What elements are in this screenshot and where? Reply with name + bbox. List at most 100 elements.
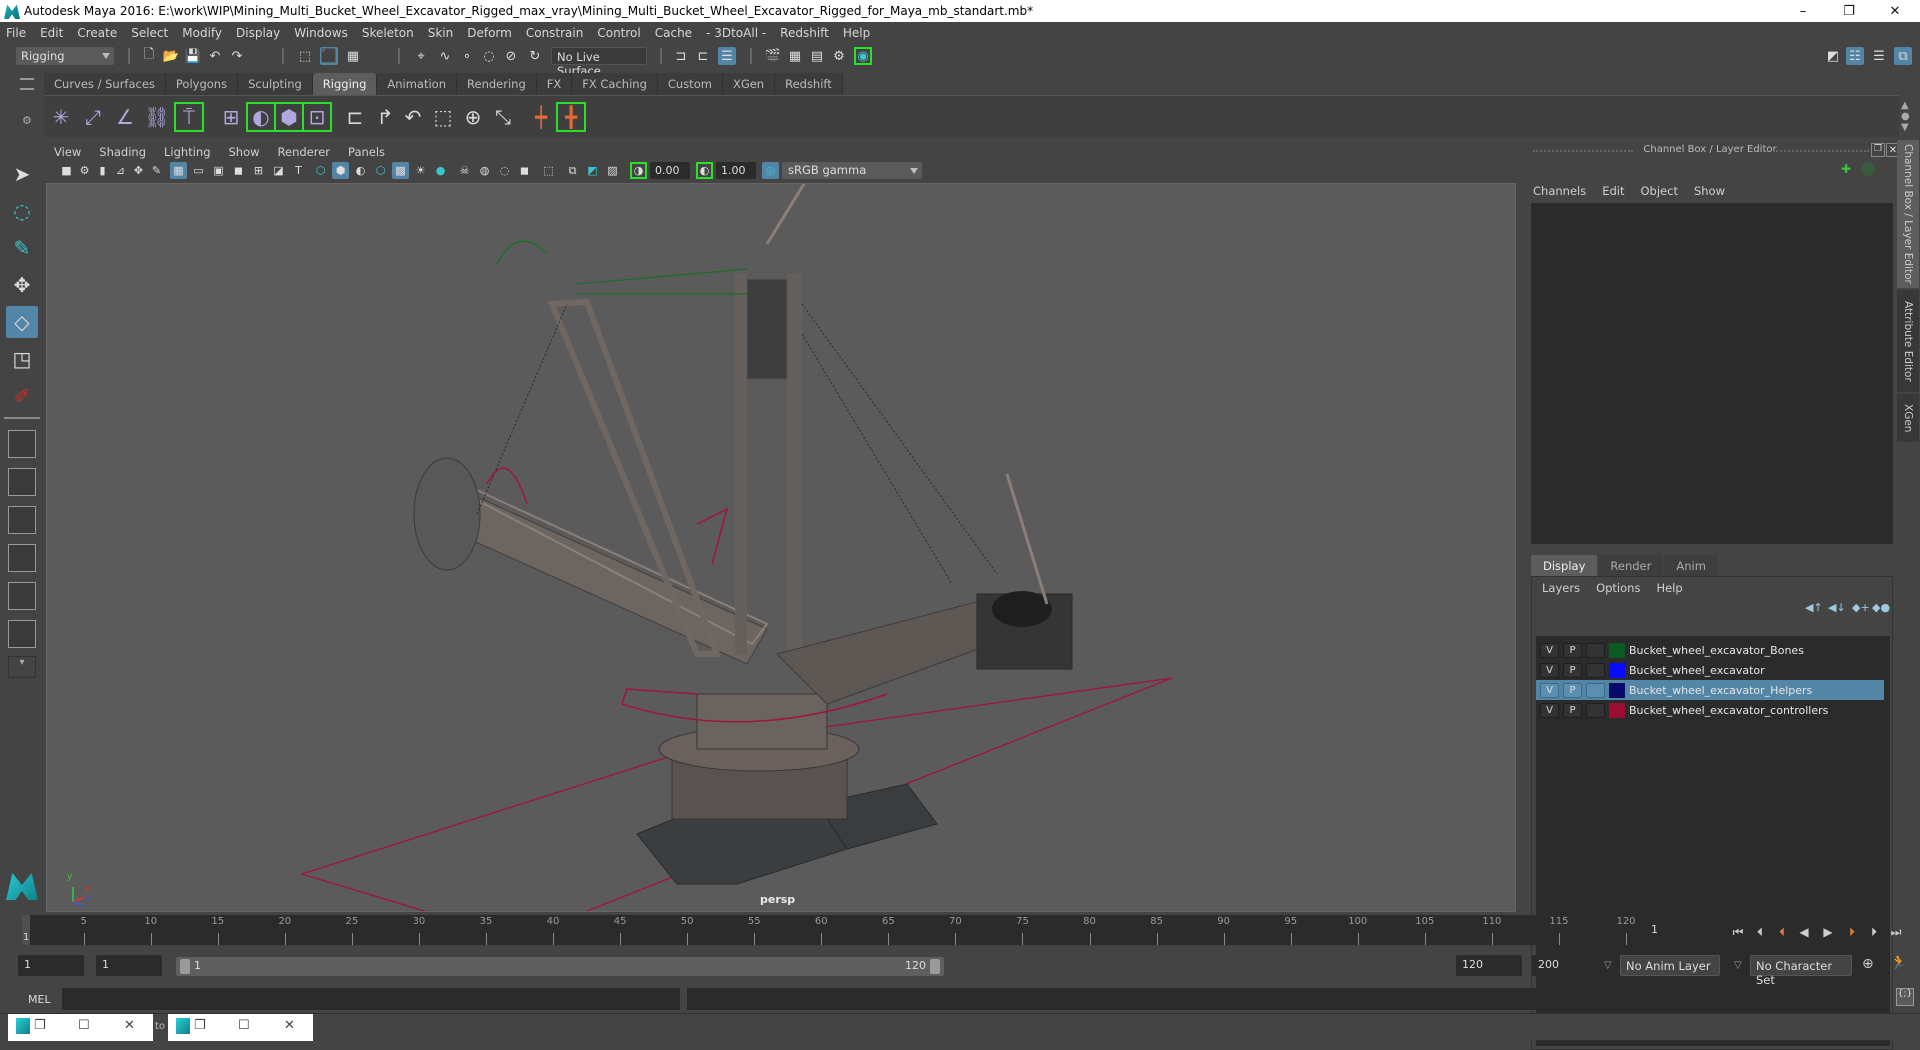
textured-icon[interactable]: ▩ <box>392 162 409 179</box>
exposure-field[interactable]: 0.00 <box>650 162 690 179</box>
shelf-tab-fx[interactable]: FX <box>536 73 573 95</box>
layer-tab-render[interactable]: Render <box>1598 555 1664 576</box>
gamma-field[interactable]: 1.00 <box>716 162 756 179</box>
shadows-icon[interactable]: ● <box>432 162 449 179</box>
layer-color-swatch[interactable] <box>1609 682 1625 698</box>
depth-of-field-icon[interactable]: ▨ <box>604 162 621 179</box>
custom-layout-icon[interactable] <box>8 620 36 648</box>
layer-row[interactable]: V P Bucket_wheel_excavator_controllers <box>1536 700 1884 720</box>
shelf-settings-icon[interactable]: ⚙ <box>22 114 32 127</box>
float-panel-icon[interactable]: ❐ <box>1871 143 1885 157</box>
safe-title-icon[interactable]: T <box>290 162 307 179</box>
animation-start-field[interactable]: 1 <box>18 955 84 976</box>
camera-attributes-icon[interactable]: ⚙ <box>76 162 93 179</box>
render-settings-icon[interactable]: ⚙ <box>830 47 848 65</box>
shelf-menu-icon[interactable] <box>20 78 34 90</box>
aim-constraint-icon[interactable]: ⊕ <box>458 102 488 132</box>
render-sequence-icon[interactable]: ▦ <box>786 47 804 65</box>
render-frame-icon[interactable]: 🎬 <box>764 47 782 65</box>
snap-point-icon[interactable]: ∘ <box>458 47 476 65</box>
lasso-tool-icon[interactable]: ◌ <box>6 195 38 227</box>
select-hierarchy-icon[interactable]: ⬚ <box>296 47 314 65</box>
move-layer-up-icon[interactable]: ◀↑ <box>1805 601 1823 614</box>
snap-view-icon[interactable]: ◌ <box>480 47 498 65</box>
quick-rig-icon[interactable]: ⍑ <box>174 102 204 132</box>
command-language-toggle[interactable]: MEL <box>28 993 51 1006</box>
hyperbolic-icon[interactable]: ⁄ <box>1881 162 1883 176</box>
menuset-dropdown[interactable]: Rigging <box>16 47 114 65</box>
default-material-icon[interactable]: ◐ <box>352 162 369 179</box>
viewport-menu-view[interactable]: View <box>54 145 81 159</box>
menu-3dtoall[interactable]: - 3DtoAll - <box>706 26 766 40</box>
minimize-button[interactable]: – <box>1780 0 1826 22</box>
graph-persp-layout-icon[interactable] <box>8 544 36 572</box>
layer-color-swatch[interactable] <box>1609 702 1625 718</box>
cb-menu-object[interactable]: Object <box>1641 184 1678 198</box>
mel-command-input[interactable] <box>62 988 680 1010</box>
orient-constraint-icon[interactable]: ↶ <box>398 102 428 132</box>
playback-toggle[interactable]: P <box>1563 642 1582 658</box>
close-icon[interactable]: ✕ <box>284 1018 295 1033</box>
step-back-key-icon[interactable]: ⏴ <box>1752 924 1768 940</box>
side-tab-channel-box[interactable]: Channel Box / Layer Editor <box>1897 140 1919 288</box>
open-scene-icon[interactable]: 📂 <box>162 47 180 65</box>
panel-drag-handle[interactable] <box>1773 150 1869 153</box>
go-to-start-icon[interactable]: ⏮ <box>1730 924 1746 940</box>
scale-constraint-icon[interactable]: ⬚ <box>428 102 458 132</box>
bookmark-icon[interactable]: ▮ <box>94 162 111 179</box>
hypershade-icon[interactable]: ◉ <box>854 47 872 65</box>
grease-pencil-icon[interactable]: ✎ <box>148 162 165 179</box>
exposure-icon[interactable]: ◑ <box>630 162 647 179</box>
layer-tab-display[interactable]: Display <box>1531 555 1598 576</box>
ambient-occlusion-icon[interactable]: ◼ <box>516 162 533 179</box>
viewport-menu-panels[interactable]: Panels <box>348 145 385 159</box>
menu-windows[interactable]: Windows <box>294 26 348 40</box>
restore-button[interactable]: ❐ <box>1826 0 1872 22</box>
auto-key-icon[interactable]: ⊕ <box>1862 956 1874 972</box>
shelf-tab-rendering[interactable]: Rendering <box>457 73 537 95</box>
menu-display[interactable]: Display <box>236 26 280 40</box>
minimized-window[interactable]: ❐ ☐ ✕ <box>8 1014 153 1041</box>
ik-spline-icon[interactable]: ⛓ <box>142 102 172 132</box>
rotate-tool-icon[interactable]: ◇ <box>6 306 38 338</box>
multisample-aa-icon[interactable]: ◩ <box>584 162 601 179</box>
channel-box-area[interactable] <box>1531 203 1893 544</box>
snap-curve-icon[interactable]: ∿ <box>436 47 454 65</box>
hik-character-icon[interactable]: ╋ <box>556 102 586 132</box>
layer-menu-options[interactable]: Options <box>1596 581 1640 595</box>
select-object-icon[interactable]: ⬛ <box>320 47 338 65</box>
layer-color-swatch[interactable] <box>1609 662 1625 678</box>
menu-skeleton[interactable]: Skeleton <box>362 26 414 40</box>
attribute-editor-toggle-icon[interactable]: ☷ <box>1846 47 1864 65</box>
playback-toggle[interactable]: P <box>1563 682 1582 698</box>
cb-menu-channels[interactable]: Channels <box>1533 184 1586 198</box>
menu-redshift[interactable]: Redshift <box>780 26 829 40</box>
safe-action-icon[interactable]: ◪ <box>270 162 287 179</box>
ipr-render-icon[interactable]: ▤ <box>808 47 826 65</box>
character-set-dropdown[interactable]: No Character Set <box>1750 955 1852 987</box>
play-backwards-icon[interactable]: ◀ <box>1796 924 1812 940</box>
menu-skin[interactable]: Skin <box>428 26 454 40</box>
smooth-shade-icon[interactable]: ⬢ <box>332 162 349 179</box>
display-type-toggle[interactable] <box>1586 682 1605 698</box>
redo-icon[interactable]: ↷ <box>228 47 246 65</box>
side-tab-attribute-editor[interactable]: Attribute Editor <box>1897 290 1919 392</box>
visibility-toggle[interactable]: V <box>1540 662 1559 678</box>
time-slider[interactable]: 1 5 10 15 20 25 30 35 40 45 50 55 60 65 70 75 80 85 90 95 1… <box>22 915 1636 945</box>
viewport-menu-shading[interactable]: Shading <box>99 145 146 159</box>
color-management-toggle-icon[interactable]: ◎ <box>762 162 779 179</box>
point-constraint-icon[interactable]: ↱ <box>370 102 400 132</box>
current-time-marker[interactable]: 1 <box>22 915 30 945</box>
wireframe-on-shaded-icon[interactable]: ⬡ <box>372 162 389 179</box>
step-forward-frame-icon[interactable]: ⏵ <box>1844 924 1860 940</box>
visibility-toggle[interactable]: V <box>1540 682 1559 698</box>
shelf-tab-fx-caching[interactable]: FX Caching <box>572 73 658 95</box>
gate-mask-icon[interactable]: ◼ <box>230 162 247 179</box>
lattice-icon[interactable]: ⬢ <box>274 102 304 132</box>
shelf-scroll-icon[interactable]: ▲ ● ▼ <box>1901 100 1910 133</box>
layer-menu-help[interactable]: Help <box>1656 581 1682 595</box>
visibility-toggle[interactable]: V <box>1540 702 1559 718</box>
restore-icon[interactable]: ❐ <box>194 1018 206 1033</box>
film-gate-icon[interactable]: ▭ <box>190 162 207 179</box>
menu-cache[interactable]: Cache <box>655 26 692 40</box>
